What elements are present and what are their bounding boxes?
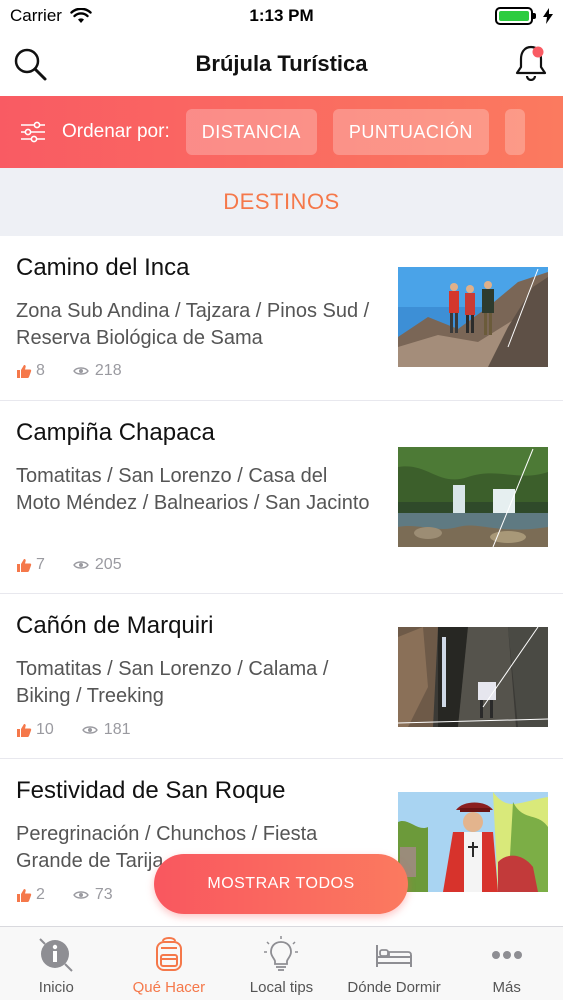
bed-icon — [374, 935, 414, 975]
thumbs-up-icon — [17, 559, 32, 572]
item-description: Tomatitas / San Lorenzo / Calama / Bikin… — [16, 658, 329, 707]
charging-icon — [543, 8, 553, 24]
tab-que-hacer[interactable]: Qué Hacer — [113, 927, 226, 1000]
show-all-button[interactable]: MOSTRAR TODOS — [154, 854, 408, 914]
sort-more-button[interactable] — [504, 109, 525, 155]
thumbs-up-icon — [17, 889, 32, 902]
likes-count: 10 — [36, 721, 54, 738]
lightbulb-icon — [261, 935, 301, 975]
destination-photo — [398, 447, 548, 547]
battery-icon — [495, 7, 536, 25]
eye-icon — [73, 561, 89, 569]
item-stats: 8 218 — [16, 362, 122, 380]
tab-donde-dormir[interactable]: Dónde Dormir — [338, 927, 451, 1000]
tab-mas[interactable]: Más — [450, 927, 563, 1000]
tab-label: Dónde Dormir — [347, 979, 441, 996]
nav-bar: Brújula Turística — [0, 32, 563, 96]
item-title: Campiña Chapaca — [16, 419, 215, 446]
item-stats: 10 181 — [16, 721, 131, 739]
wifi-icon — [70, 8, 92, 23]
list-item[interactable]: Campiña Chapaca Tomatitas / San Lorenzo … — [0, 401, 563, 594]
carrier-label: Carrier — [10, 6, 62, 25]
views-count: 73 — [94, 886, 113, 903]
thumbs-up-icon — [17, 365, 32, 378]
notifications-button[interactable] — [511, 42, 551, 82]
tab-label: Local tips — [249, 979, 314, 996]
list-item[interactable]: Camino del Inca Zona Sub Andina / Tajzar… — [0, 236, 563, 401]
list-item[interactable]: Cañón de Marquiri Tomatitas / San Lorenz… — [0, 594, 563, 759]
likes-count: 7 — [36, 556, 45, 573]
section-header: DESTINOS — [0, 168, 563, 236]
thumbs-up-icon — [17, 724, 32, 737]
item-stats: 2 73 — [16, 886, 113, 904]
item-description: Zona Sub Andina / Tajzara / Pinos Sud / … — [16, 300, 370, 349]
page-title: Brújula Turística — [195, 51, 368, 76]
destination-photo — [398, 627, 548, 727]
eye-icon — [73, 891, 89, 899]
info-icon — [36, 935, 76, 975]
sort-distance-button[interactable]: DISTANCIA — [185, 109, 317, 155]
sort-bar: Ordenar por: DISTANCIA PUNTUACIÓN — [0, 96, 563, 168]
bell-icon — [515, 45, 547, 81]
eye-icon — [73, 367, 89, 375]
views-count: 181 — [103, 721, 131, 738]
tab-label: Qué Hacer — [132, 979, 206, 996]
destination-list: Camino del Inca Zona Sub Andina / Tajzar… — [0, 236, 563, 926]
tab-label: Inicio — [38, 979, 74, 996]
tab-label: Más — [492, 979, 521, 996]
views-count: 205 — [94, 556, 122, 573]
views-count: 218 — [94, 362, 122, 379]
status-bar: Carrier 1:13 PM — [0, 0, 563, 32]
filter-sliders-icon[interactable] — [20, 120, 48, 144]
section-title: DESTINOS — [223, 189, 340, 214]
search-button[interactable] — [10, 44, 50, 84]
eye-icon — [81, 726, 98, 734]
item-title: Camino del Inca — [16, 254, 190, 281]
status-left: Carrier — [10, 6, 92, 26]
likes-count: 2 — [36, 886, 45, 903]
search-icon — [14, 48, 47, 81]
sort-rating-button[interactable]: PUNTUACIÓN — [332, 109, 489, 155]
sort-label: Ordenar por: — [62, 121, 170, 142]
likes-count: 8 — [36, 362, 45, 379]
item-title: Cañón de Marquiri — [16, 612, 214, 639]
destination-photo — [398, 267, 548, 367]
status-right — [495, 7, 553, 25]
item-stats: 7 205 — [16, 556, 122, 574]
item-description: Tomatitas / San Lorenzo / Casa del Moto … — [16, 465, 370, 514]
tab-local-tips[interactable]: Local tips — [225, 927, 338, 1000]
more-icon — [487, 935, 527, 975]
destination-photo — [398, 792, 548, 892]
tab-inicio[interactable]: Inicio — [0, 927, 113, 1000]
tab-bar: Inicio Qué Hacer Local tips Dónde Dormir… — [0, 926, 563, 1000]
backpack-icon — [149, 935, 189, 975]
item-title: Festividad de San Roque — [16, 777, 286, 804]
